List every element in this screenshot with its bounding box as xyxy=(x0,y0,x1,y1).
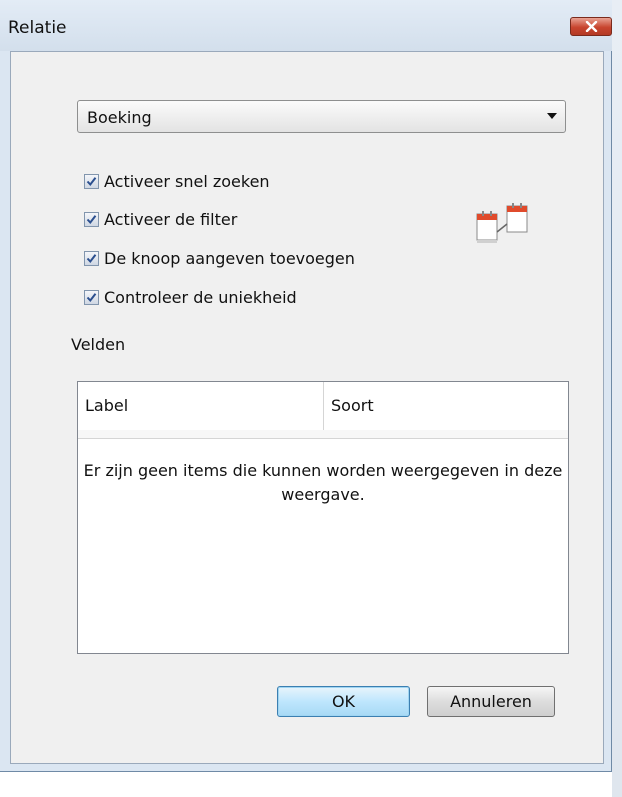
ok-button[interactable]: OK xyxy=(277,686,410,717)
fields-section-label: Velden xyxy=(71,335,126,354)
relation-dropdown-value: Boeking xyxy=(87,108,152,127)
dialog-content: Boeking Activeer snel zoeken Activeer de… xyxy=(10,51,604,764)
relation-dropdown[interactable]: Boeking xyxy=(77,100,566,133)
fields-list-header: Label Soort xyxy=(78,382,568,431)
column-header-kind-text: Soort xyxy=(331,396,374,415)
checkmark-icon xyxy=(86,254,97,264)
column-header-label-text: Label xyxy=(85,396,129,415)
uniqueness-label: Controleer de uniekheid xyxy=(104,288,297,307)
chevron-down-icon xyxy=(547,113,557,119)
cancel-button[interactable]: Annuleren xyxy=(427,686,555,717)
uniqueness-checkbox[interactable] xyxy=(84,290,99,305)
quick-search-checkbox[interactable] xyxy=(84,174,99,189)
close-icon xyxy=(585,21,598,32)
add-node-checkbox[interactable] xyxy=(84,251,99,266)
dialog-window: Relatie Boeking Activeer snel zoeken Act… xyxy=(0,0,612,772)
title-bar[interactable]: Relatie xyxy=(0,0,612,51)
fields-list[interactable]: Label Soort Er zijn geen items die kunne… xyxy=(77,381,569,654)
window-title: Relatie xyxy=(8,18,67,38)
close-button[interactable] xyxy=(570,17,612,36)
header-filler xyxy=(78,430,568,439)
checkmark-icon xyxy=(86,177,97,187)
desktop-background xyxy=(612,0,622,797)
filter-checkbox[interactable] xyxy=(84,212,99,227)
filter-label: Activeer de filter xyxy=(104,210,238,229)
column-header-label[interactable]: Label xyxy=(78,382,324,430)
calendar-link-icon xyxy=(476,203,528,243)
column-header-kind[interactable]: Soort xyxy=(324,382,568,430)
quick-search-label: Activeer snel zoeken xyxy=(104,172,270,191)
add-node-label: De knoop aangeven toevoegen xyxy=(104,249,355,268)
checkmark-icon xyxy=(86,293,97,303)
empty-list-message: Er zijn geen items die kunnen worden wee… xyxy=(83,461,563,504)
checkmark-icon xyxy=(86,215,97,225)
